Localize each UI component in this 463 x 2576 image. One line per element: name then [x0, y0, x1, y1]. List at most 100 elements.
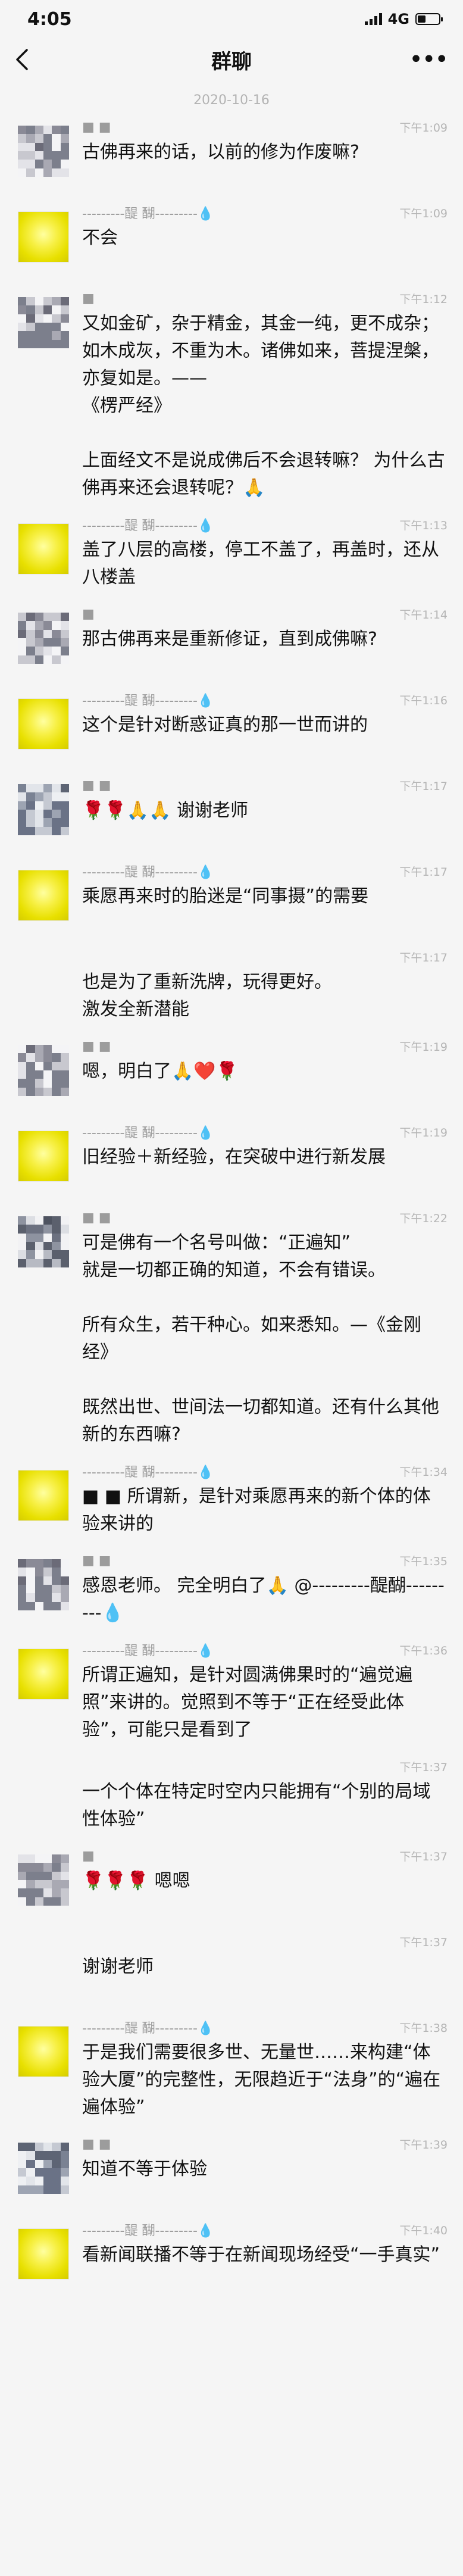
message-time: 下午1:17	[399, 951, 448, 964]
message-body: ■ ■ 下午1:22 可是佛有一个名号叫做：“正遍知” 就是一切都正确的知道，不会有…	[82, 1209, 448, 1448]
avatar[interactable]	[18, 613, 69, 664]
message-row[interactable]: 下午1:37 一个个体在特定时空内只能拥有“个别的局域性体验”	[0, 1758, 463, 1833]
sender-name: ---------醍 醐---------💧	[82, 519, 214, 533]
sender-name: ■	[82, 1848, 95, 1863]
message-meta: ■ ■ 下午1:22	[82, 1209, 448, 1226]
sender-name: ■ ■	[82, 1038, 111, 1054]
sender-name: ---------醍 醐---------💧	[82, 2224, 214, 2238]
avatar[interactable]	[18, 211, 69, 263]
date-divider: 2020-10-16	[193, 93, 270, 108]
sender-name: ■ ■	[82, 2136, 111, 2152]
message-body: 下午1:17 也是为了重新洗牌，玩得更好。 激发全新潜能	[82, 948, 448, 1023]
message-row[interactable]: ---------醍 醐---------💧 下午1:40 看新闻联播不等于在新闻现…	[0, 2221, 463, 2293]
message-meta: ---------醍 醐---------💧 下午1:40	[82, 2221, 448, 2238]
message-text: 知道不等于体验	[82, 2159, 207, 2180]
sender-name: ---------醍 醐---------💧	[82, 207, 214, 221]
avatar[interactable]	[18, 2026, 69, 2077]
message-text: 不会	[82, 227, 118, 248]
avatar[interactable]	[18, 1648, 69, 1700]
message-body: ---------醍 醐---------💧 下午1:13 盖了八层的高楼，停工不盖…	[82, 516, 448, 591]
avatar[interactable]	[18, 784, 69, 835]
message-meta: ■ ■ 下午1:39	[82, 2135, 448, 2152]
sender-name: ■ ■	[82, 1210, 111, 1225]
message-text: 嗯，明白了🙏❤️🌹	[82, 1061, 239, 1082]
message-row[interactable]: ---------醍 醐---------💧 下午1:17 乘愿再来时的胎迷是“同事…	[0, 863, 463, 934]
message-row[interactable]: ---------醍 醐---------💧 下午1:16 这个是针对断惑证真的那一…	[0, 691, 463, 763]
message-body: ---------醍 醐---------💧 下午1:40 看新闻联播不等于在新闻现…	[82, 2221, 448, 2293]
message-body: ---------醍 醐---------💧 下午1:09 不会	[82, 204, 448, 276]
message-body: ■ ■ 下午1:35 感恩老师。 完全明白了🙏 @---------醍醐------…	[82, 1552, 448, 1627]
avatar[interactable]	[18, 1470, 69, 1521]
sender-name: ---------醍 醐---------💧	[82, 1465, 214, 1480]
back-arrow-icon[interactable]	[15, 48, 39, 71]
message-row[interactable]: ■ ■ 下午1:39 知道不等于体验	[0, 2135, 463, 2207]
message-meta: 下午1:37	[82, 1758, 448, 1775]
message-body: ---------醍 醐---------💧 下午1:38 于是我们需要很多世、无量…	[82, 2019, 448, 2121]
message-text: 旧经验＋新经验，在突破中进行新发展	[82, 1147, 386, 1167]
avatar[interactable]	[18, 698, 69, 750]
message-meta: ---------醍 醐---------💧 下午1:17	[82, 863, 448, 880]
sender-name: ---------醍 醐---------💧	[82, 865, 214, 880]
message-text: 那古佛再来是重新修证，直到成佛嘛?	[82, 629, 377, 650]
sender-name: ---------醍 醐---------💧	[82, 1644, 214, 1659]
avatar[interactable]	[18, 126, 69, 177]
avatar	[18, 956, 69, 1007]
avatar[interactable]	[18, 1045, 69, 1096]
message-row[interactable]: ■ ■ 下午1:09 古佛再来的话，以前的修为作废嘛?	[0, 118, 463, 190]
message-row[interactable]: ---------醍 醐---------💧 下午1:34 ■ ■ 所谓新，是针对乘…	[0, 1463, 463, 1538]
message-row[interactable]: ■ ■ 下午1:19 嗯，明白了🙏❤️🌹	[0, 1038, 463, 1109]
message-body: ■ ■ 下午1:39 知道不等于体验	[82, 2135, 448, 2207]
message-time: 下午1:34	[399, 1465, 448, 1479]
sender-name: ■ ■	[82, 778, 111, 793]
message-row[interactable]: ---------醍 醐---------💧 下午1:19 旧经验＋新经验，在突破中…	[0, 1123, 463, 1195]
message-text: 又如金矿，杂于精金，其金一纯，更不成杂；如木成灰，不重为木。诸佛如来，菩提涅槃，…	[82, 313, 445, 498]
message-row[interactable]: ---------醍 醐---------💧 下午1:36 所谓正遍知，是针对圆满佛…	[0, 1641, 463, 1744]
message-text: 盖了八层的高楼，停工不盖了，再盖时，还从八楼盖	[82, 539, 439, 588]
avatar[interactable]	[18, 2143, 69, 2194]
clock: 4:05	[27, 8, 72, 30]
message-body: ---------醍 醐---------💧 下午1:19 旧经验＋新经验，在突破中…	[82, 1123, 448, 1195]
avatar[interactable]	[18, 1131, 69, 1182]
message-body: ---------醍 醐---------💧 下午1:16 这个是针对断惑证真的那一…	[82, 691, 448, 763]
message-time: 下午1:37	[399, 1850, 448, 1863]
message-row[interactable]: 下午1:17 也是为了重新洗牌，玩得更好。 激发全新潜能	[0, 948, 463, 1023]
sender-name: ■	[82, 291, 95, 306]
message-body: 下午1:37 一个个体在特定时空内只能拥有“个别的局域性体验”	[82, 1758, 448, 1833]
message-meta: ---------醍 醐---------💧 下午1:13	[82, 516, 448, 533]
message-meta: ■ 下午1:12	[82, 290, 448, 307]
message-meta: ■ ■ 下午1:35	[82, 1552, 448, 1569]
message-row[interactable]: ■ 下午1:12 又如金矿，杂于精金，其金一纯，更不成杂；如木成灰，不重为木。诸佛如…	[0, 290, 463, 502]
message-text: ■ ■ 所谓新，是针对乘愿再来的新个体的体验来讲的	[82, 1486, 431, 1534]
message-row[interactable]: ---------醍 醐---------💧 下午1:13 盖了八层的高楼，停工不盖…	[0, 516, 463, 591]
message-list[interactable]: ■ ■ 下午1:09 古佛再来的话，以前的修为作废嘛? ---------醍 醐---…	[0, 118, 463, 2293]
avatar[interactable]	[18, 1216, 69, 1267]
avatar[interactable]	[18, 870, 69, 921]
message-text: 🌹🌹🌹 嗯嗯	[82, 1871, 190, 1891]
message-meta: ---------醍 醐---------💧 下午1:09	[82, 204, 448, 221]
avatar[interactable]	[18, 1559, 69, 1610]
avatar[interactable]	[18, 2228, 69, 2280]
message-row[interactable]: ---------醍 醐---------💧 下午1:38 于是我们需要很多世、无量…	[0, 2019, 463, 2121]
avatar[interactable]	[18, 297, 69, 348]
message-row[interactable]: ■ ■ 下午1:17 🌹🌹🙏🙏 谢谢老师	[0, 777, 463, 848]
message-row[interactable]: 下午1:37 谢谢老师	[0, 1933, 463, 2004]
more-options-icon[interactable]: •••	[409, 46, 449, 73]
message-row[interactable]: ■ ■ 下午1:35 感恩老师。 完全明白了🙏 @---------醍醐------…	[0, 1552, 463, 1627]
message-body: ■ 下午1:37 🌹🌹🌹 嗯嗯	[82, 1847, 448, 1919]
message-body: ---------醍 醐---------💧 下午1:36 所谓正遍知，是针对圆满佛…	[82, 1641, 448, 1744]
sender-name: ---------醍 醐---------💧	[82, 1126, 214, 1141]
message-row[interactable]: ---------醍 醐---------💧 下午1:09 不会	[0, 204, 463, 276]
message-row[interactable]: ■ 下午1:37 🌹🌹🌹 嗯嗯	[0, 1847, 463, 1919]
message-meta: ---------醍 醐---------💧 下午1:36	[82, 1641, 448, 1659]
message-row[interactable]: ■ ■ 下午1:22 可是佛有一个名号叫做：“正遍知” 就是一切都正确的知道，不会有…	[0, 1209, 463, 1448]
avatar[interactable]	[18, 1854, 69, 1906]
message-row[interactable]: ■ 下午1:14 那古佛再来是重新修证，直到成佛嘛?	[0, 605, 463, 677]
status-icons: 4G	[364, 11, 443, 27]
sender-name: ■ ■	[82, 119, 111, 135]
message-body: ---------醍 醐---------💧 下午1:17 乘愿再来时的胎迷是“同事…	[82, 863, 448, 934]
message-time: 下午1:37	[399, 1760, 448, 1774]
message-body: ■ ■ 下午1:09 古佛再来的话，以前的修为作废嘛?	[82, 118, 448, 190]
avatar[interactable]	[18, 523, 69, 574]
message-meta: ---------醍 醐---------💧 下午1:19	[82, 1123, 448, 1141]
message-time: 下午1:19	[399, 1040, 448, 1054]
